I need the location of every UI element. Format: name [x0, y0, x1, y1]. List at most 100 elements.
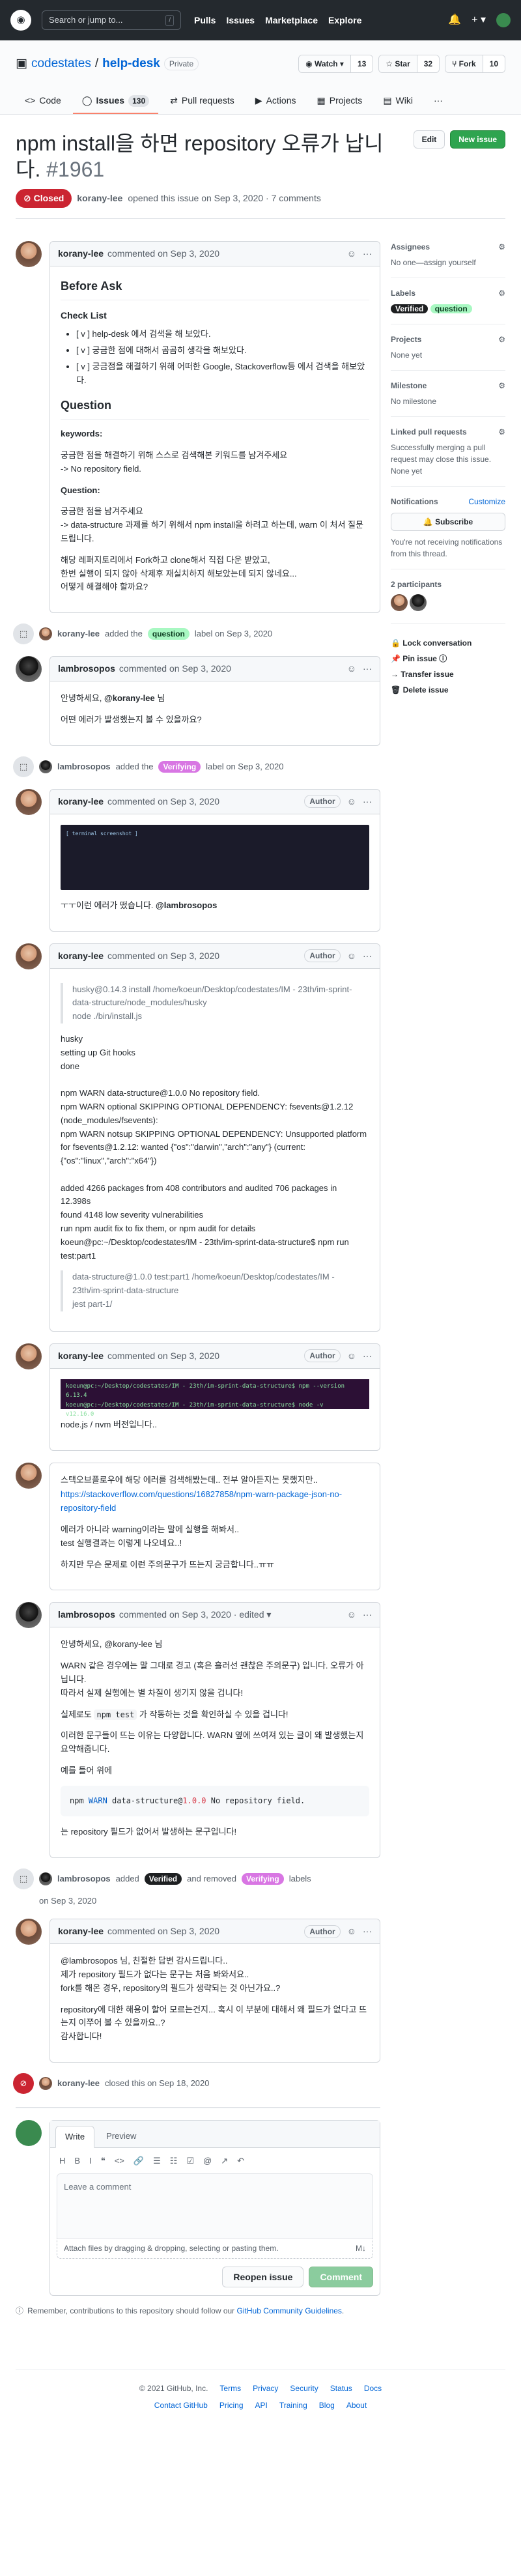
tab-wiki[interactable]: ▤ Wiki: [374, 89, 422, 114]
bullet-list-icon[interactable]: ☰: [153, 2154, 161, 2168]
footer-link[interactable]: Privacy: [253, 2383, 278, 2394]
comment-author[interactable]: korany-lee: [58, 247, 104, 261]
tag-icon: ⬚: [13, 1868, 34, 1889]
bold-icon[interactable]: B: [74, 2154, 80, 2168]
kebab-icon[interactable]: ···: [363, 1925, 372, 1938]
gear-icon[interactable]: ⚙: [498, 426, 505, 438]
nav-pulls[interactable]: Pulls: [194, 14, 216, 27]
new-issue-button[interactable]: New issue: [450, 130, 505, 149]
label-question[interactable]: question: [430, 304, 472, 313]
delete-issue-link[interactable]: 🗑 Delete issue: [391, 684, 505, 696]
footer-link[interactable]: Status: [330, 2383, 352, 2394]
footer-link[interactable]: Pricing: [219, 2399, 244, 2411]
kebab-icon[interactable]: ···: [363, 247, 372, 261]
label-verified[interactable]: Verified: [391, 304, 429, 313]
tab-projects[interactable]: ▦ Projects: [308, 89, 372, 114]
label-verified[interactable]: Verified: [144, 1872, 182, 1885]
lock-conversation-link[interactable]: 🔒 Lock conversation: [391, 637, 505, 649]
guidelines-link[interactable]: GitHub Community Guidelines: [237, 2306, 342, 2315]
participant-avatar[interactable]: [391, 594, 408, 611]
avatar[interactable]: [16, 943, 42, 969]
customize-link[interactable]: Customize: [468, 496, 505, 508]
emoji-icon[interactable]: ☺: [347, 949, 356, 963]
reference-icon[interactable]: ↗: [221, 2154, 228, 2168]
watch-button[interactable]: ◉ Watch ▾ 13: [298, 55, 374, 73]
create-new-menu[interactable]: + ▾: [472, 12, 486, 28]
gear-icon[interactable]: ⚙: [498, 380, 505, 392]
notifications-bell-icon[interactable]: 🔔: [448, 12, 461, 28]
footer-link[interactable]: Blog: [319, 2399, 335, 2411]
avatar[interactable]: [16, 1462, 42, 1489]
repo-name-link[interactable]: help-desk: [102, 55, 160, 74]
emoji-icon[interactable]: ☺: [347, 1608, 356, 1622]
emoji-icon[interactable]: ☺: [347, 1349, 356, 1363]
nav-explore[interactable]: Explore: [328, 14, 361, 27]
fork-button[interactable]: ⑂ Fork 10: [445, 55, 505, 73]
comment-textarea[interactable]: Leave a comment: [57, 2173, 373, 2239]
issue-author-link[interactable]: korany-lee: [77, 192, 122, 205]
avatar[interactable]: [16, 788, 42, 815]
heading-icon[interactable]: H: [59, 2154, 65, 2168]
label-verifying[interactable]: Verifying: [242, 1872, 284, 1885]
kebab-icon[interactable]: ···: [363, 1349, 372, 1363]
preview-tab[interactable]: Preview: [97, 2126, 145, 2147]
kebab-icon[interactable]: ···: [363, 1608, 372, 1622]
tab-pull-requests[interactable]: ⇄ Pull requests: [161, 89, 244, 114]
label-question[interactable]: question: [147, 628, 190, 640]
label-verifying[interactable]: Verifying: [158, 760, 201, 773]
emoji-icon[interactable]: ☺: [347, 247, 356, 261]
terminal-screenshot[interactable]: koeun@pc:~/Desktop/codestates/IM - 23th/…: [61, 1379, 369, 1418]
search-input[interactable]: Search or jump to... /: [42, 10, 181, 30]
footer-link[interactable]: Training: [279, 2399, 307, 2411]
nav-issues[interactable]: Issues: [226, 14, 255, 27]
user-avatar[interactable]: [496, 13, 511, 27]
edit-button[interactable]: Edit: [413, 130, 445, 149]
link-icon[interactable]: 🔗: [134, 2154, 144, 2168]
mention-icon[interactable]: @: [203, 2154, 212, 2168]
subscribe-button[interactable]: 🔔 Subscribe: [391, 513, 505, 531]
avatar[interactable]: [16, 241, 42, 267]
star-button[interactable]: ☆ Star 32: [378, 55, 440, 73]
terminal-screenshot[interactable]: [ terminal screenshot ]: [61, 824, 369, 890]
kebab-icon[interactable]: ···: [363, 662, 372, 676]
avatar[interactable]: [16, 1343, 42, 1369]
footer-link[interactable]: Docs: [364, 2383, 382, 2394]
reopen-issue-button[interactable]: Reopen issue: [222, 2267, 304, 2288]
participant-avatar[interactable]: [410, 594, 427, 611]
footer-link[interactable]: Contact GitHub: [154, 2399, 208, 2411]
footer-link[interactable]: About: [346, 2399, 367, 2411]
gear-icon[interactable]: ⚙: [498, 334, 505, 345]
kebab-icon[interactable]: ···: [363, 949, 372, 963]
github-logo-icon[interactable]: ◉: [10, 10, 31, 31]
pin-issue-link[interactable]: 📌 Pin issue ⓘ: [391, 653, 505, 665]
tab-actions[interactable]: ▶ Actions: [246, 89, 305, 114]
gear-icon[interactable]: ⚙: [498, 241, 505, 253]
footer-link[interactable]: Terms: [219, 2383, 241, 2394]
quote-icon[interactable]: ❝: [101, 2154, 106, 2168]
kebab-icon[interactable]: ···: [363, 795, 372, 809]
transfer-issue-link[interactable]: → Transfer issue: [391, 668, 505, 680]
tab-issues[interactable]: ◯ Issues 130: [72, 89, 159, 114]
footer-link[interactable]: Security: [290, 2383, 318, 2394]
footer-link[interactable]: API: [255, 2399, 268, 2411]
numbered-list-icon[interactable]: ☷: [170, 2154, 178, 2168]
stackoverflow-link[interactable]: https://stackoverflow.com/questions/1682…: [61, 1489, 342, 1513]
emoji-icon[interactable]: ☺: [347, 662, 356, 676]
more-tabs-button[interactable]: ···: [425, 89, 452, 114]
repo-owner-link[interactable]: codestates: [31, 55, 91, 74]
reply-icon[interactable]: ↶: [237, 2154, 244, 2168]
italic-icon[interactable]: I: [89, 2154, 92, 2168]
comment-button[interactable]: Comment: [309, 2267, 373, 2288]
avatar[interactable]: [16, 656, 42, 683]
avatar[interactable]: [16, 1919, 42, 1945]
code-icon[interactable]: <>: [115, 2154, 124, 2168]
emoji-icon[interactable]: ☺: [347, 795, 356, 809]
avatar[interactable]: [16, 1602, 42, 1629]
attach-files[interactable]: Attach files by dragging & dropping, sel…: [57, 2239, 373, 2259]
gear-icon[interactable]: ⚙: [498, 287, 505, 299]
emoji-icon[interactable]: ☺: [347, 1925, 356, 1938]
task-list-icon[interactable]: ☑: [186, 2154, 194, 2168]
nav-marketplace[interactable]: Marketplace: [265, 14, 318, 27]
tab-code[interactable]: <> Code: [16, 89, 70, 114]
write-tab[interactable]: Write: [55, 2126, 95, 2148]
